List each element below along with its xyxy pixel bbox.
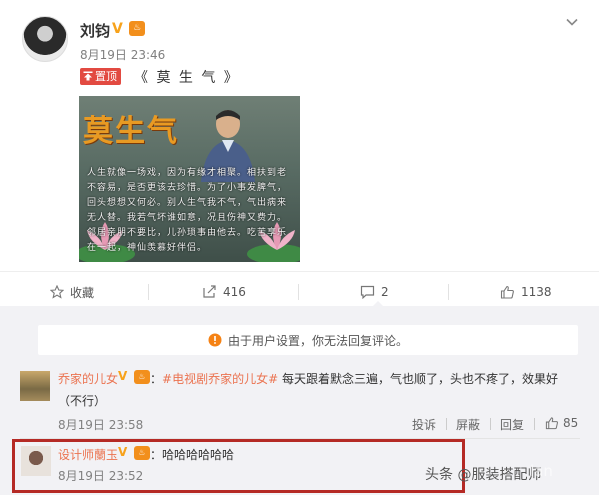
comment-icon (360, 285, 375, 299)
verified-icon: V (118, 369, 128, 383)
report-button[interactable]: 投诉 (412, 416, 436, 433)
topic-tag-link[interactable]: #电视剧乔家的儿女# (162, 372, 278, 386)
warning-icon (208, 333, 222, 347)
post-time[interactable]: 8月19日 23:46 (80, 46, 165, 63)
pin-icon (83, 71, 93, 81)
verified-icon: V (112, 21, 123, 37)
star-icon (50, 285, 64, 299)
comment-like-count: 85 (563, 416, 579, 430)
image-title: 莫生气 (83, 114, 179, 149)
comment-text: ：#电视剧乔家的儿女# 每天跟着默念三遍，气也顺了，头也不疼了，效果好 (150, 372, 558, 386)
chevron-down-icon[interactable] (566, 16, 578, 28)
image-poem: 人生就像一场戏，因为有缘才相聚。相扶到老不容易，是否更该去珍惜。为了小事发脾气，… (87, 168, 288, 253)
pointer-triangle (372, 301, 384, 307)
level-badge-icon: ♨ (134, 370, 150, 384)
thumbs-up-icon (500, 285, 514, 299)
commenter-name[interactable]: 乔家的儿女 (58, 370, 118, 387)
level-badge-icon: ♨ (129, 21, 145, 36)
author-avatar[interactable] (22, 16, 68, 62)
block-button[interactable]: 屏蔽 (456, 416, 480, 433)
post-text: 《 莫 生 气 》 (134, 70, 240, 86)
comment-text-line2: （不行） (58, 394, 107, 408)
author-name[interactable]: 刘钧 (80, 20, 110, 41)
highlight-box (12, 439, 465, 493)
divider (448, 284, 449, 300)
commenter-avatar[interactable] (20, 371, 50, 401)
post-actions-bar: 收藏 416 2 1138 (0, 278, 599, 306)
favorite-button[interactable]: 收藏 (50, 278, 94, 306)
favorite-label: 收藏 (70, 285, 95, 300)
comment-text-rest: 每天跟着默念三遍，气也顺了，头也不疼了，效果好 (278, 372, 558, 386)
divider (534, 418, 535, 430)
pinned-badge: 置顶 (80, 68, 121, 85)
divider (490, 418, 491, 430)
post-image[interactable]: 莫生气 人生就像一场戏，因为有缘才相聚。相扶到老不容易，是否更该去珍惜。为了小事… (79, 96, 300, 262)
repost-count: 416 (223, 285, 246, 299)
watermark-overlay: lan (530, 462, 553, 480)
thumbs-up-icon[interactable] (545, 416, 559, 430)
reply-disabled-notice: 由于用户设置，你无法回复评论。 (38, 325, 578, 355)
comment-count: 2 (381, 285, 389, 299)
divider (446, 418, 447, 430)
watermark: 头条 @服装搭配师 (425, 467, 542, 483)
like-count: 1138 (521, 285, 552, 299)
notice-text: 由于用户设置，你无法回复评论。 (227, 333, 408, 348)
divider (0, 271, 599, 272)
repost-icon (203, 285, 216, 298)
repost-button[interactable]: 416 (202, 278, 246, 306)
divider (148, 284, 149, 300)
reply-button[interactable]: 回复 (500, 416, 524, 433)
divider (298, 284, 299, 300)
comment-time: 8月19日 23:58 (58, 418, 144, 432)
like-button[interactable]: 1138 (500, 278, 552, 306)
pinned-label: 置顶 (95, 70, 117, 83)
